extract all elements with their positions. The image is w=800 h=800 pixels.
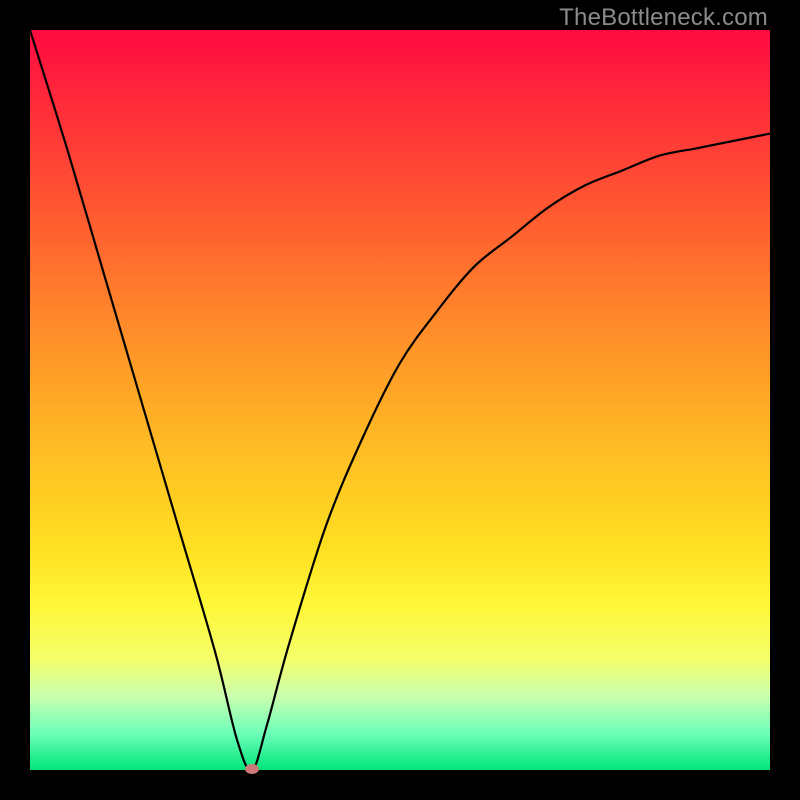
watermark-text: TheBottleneck.com — [559, 4, 768, 32]
bottleneck-chart — [30, 30, 770, 770]
plot-frame — [30, 30, 770, 770]
minimum-marker — [245, 764, 259, 774]
